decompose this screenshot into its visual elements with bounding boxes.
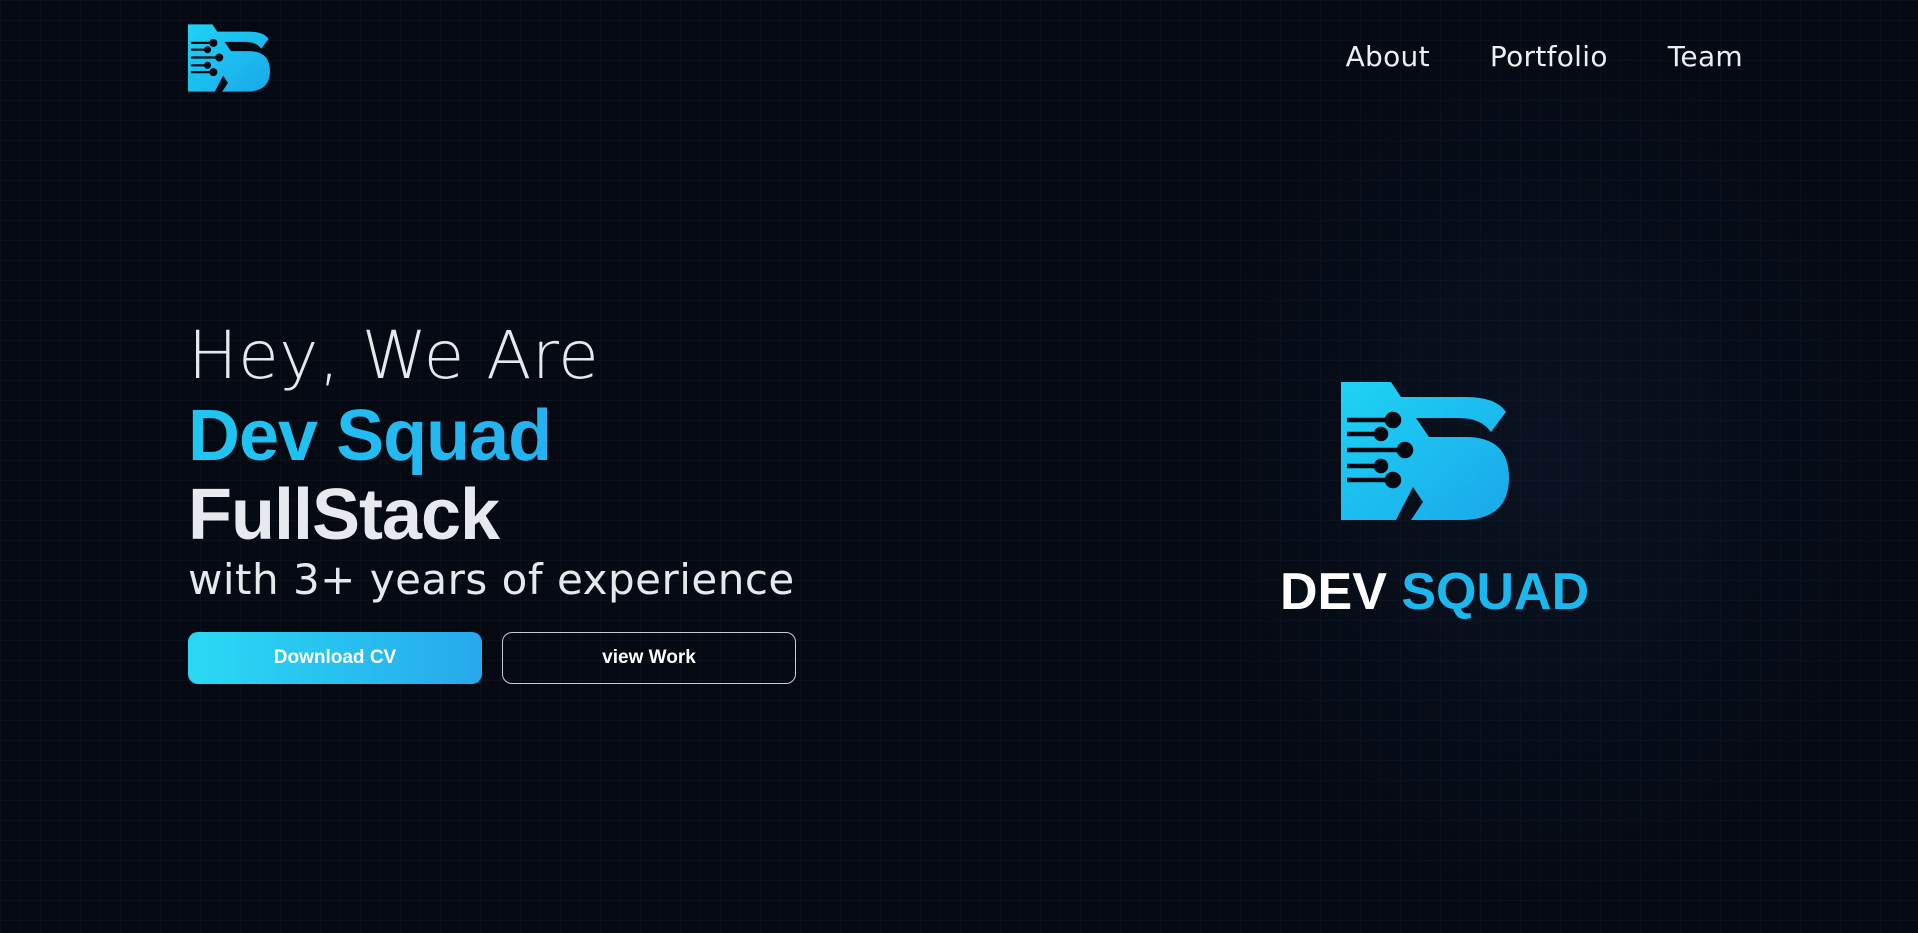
brand-wordmark: DEV SQUAD — [1280, 563, 1589, 621]
brand-word-dev: DEV — [1280, 563, 1402, 621]
view-work-button[interactable]: view Work — [502, 632, 796, 684]
dev-squad-logo-icon[interactable] — [188, 24, 270, 92]
hero-name: Dev Squad — [188, 396, 796, 476]
cta-row: Download CV view Work — [188, 632, 796, 684]
hero-greeting: Hey, We Are — [188, 317, 600, 394]
brand-block: DEV SQUAD — [1280, 382, 1589, 621]
dev-squad-logo-icon — [1341, 382, 1509, 520]
download-cv-button[interactable]: Download CV — [188, 632, 482, 684]
brand-word-squad: SQUAD — [1401, 563, 1590, 621]
main-nav: About Portfolio Team — [1346, 40, 1743, 73]
nav-link-portfolio[interactable]: Portfolio — [1490, 40, 1608, 73]
hero-section: Hey, We Are Dev Squad FullStack with 3+ … — [188, 316, 796, 684]
nav-link-team[interactable]: Team — [1668, 40, 1743, 73]
hero-role: FullStack — [188, 475, 500, 555]
hero-experience: with 3+ years of experience — [188, 555, 795, 604]
nav-link-about[interactable]: About — [1346, 40, 1430, 73]
